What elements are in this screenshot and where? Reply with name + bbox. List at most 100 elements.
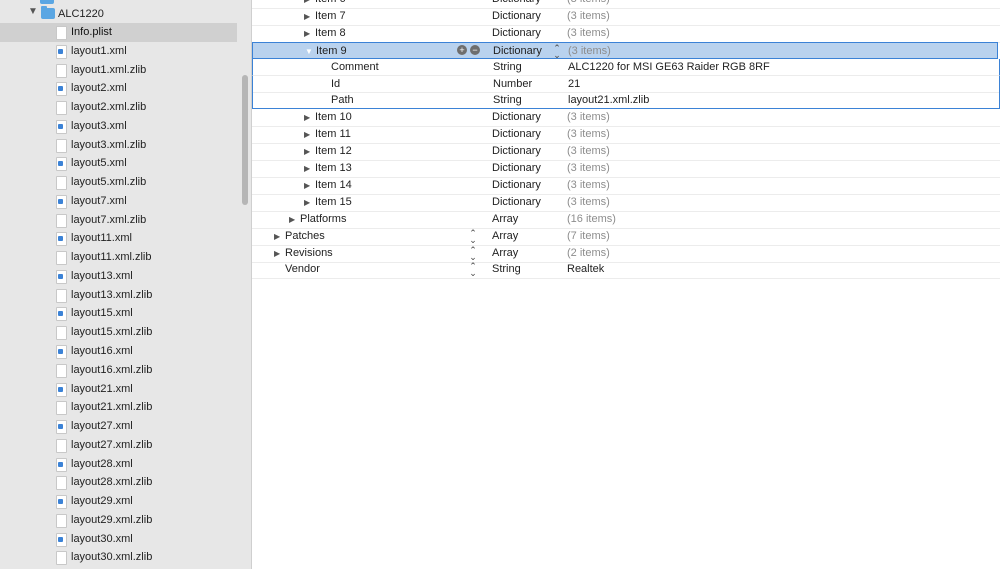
- plist-row[interactable]: Vendor ⌃ ⌄ String Realtek: [252, 261, 1000, 280]
- disclosure-triangle-icon[interactable]: ▶: [274, 249, 280, 258]
- file-list-item[interactable]: layout7.xml: [0, 192, 251, 211]
- plist-value[interactable]: (3 items): [567, 145, 610, 157]
- plist-row[interactable]: Id Number 21: [252, 75, 1000, 93]
- plist-value[interactable]: 21: [568, 78, 580, 90]
- plist-key[interactable]: Path: [331, 94, 354, 106]
- updown-stepper-icon[interactable]: ⌃ ⌄: [553, 43, 561, 59]
- file-list-item[interactable]: layout11.xml: [0, 229, 251, 248]
- plist-value[interactable]: (3 items): [567, 196, 610, 208]
- disclosure-triangle-icon[interactable]: ▶: [274, 232, 280, 241]
- file-list-item[interactable]: layout28.xml.zlib: [0, 473, 251, 492]
- disclosure-triangle-icon[interactable]: ▶: [304, 164, 310, 173]
- plist-value[interactable]: (3 items): [567, 111, 610, 123]
- plist-row[interactable]: ▶ Item 12 Dictionary (3 items): [252, 143, 1000, 162]
- minus-circle-icon[interactable]: −: [470, 44, 480, 55]
- plist-row[interactable]: ▼ Item 9 + − ⌃ ⌄ Dictionary (3 items): [252, 41, 998, 59]
- file-list-item[interactable]: layout7.xml.zlib: [0, 211, 251, 230]
- plist-type[interactable]: Dictionary: [493, 45, 542, 57]
- disclosure-triangle-icon[interactable]: ▶: [304, 130, 310, 139]
- file-list-item[interactable]: layout5.xml.zlib: [0, 173, 251, 192]
- sidebar-scrollbar[interactable]: [242, 75, 248, 205]
- plist-type[interactable]: Array: [492, 230, 518, 242]
- plist-value[interactable]: (7 items): [567, 230, 610, 242]
- plist-value[interactable]: ALC1220 for MSI GE63 Raider RGB 8RF: [568, 61, 770, 73]
- plist-type[interactable]: String: [493, 94, 522, 106]
- file-list-item[interactable]: layout2.xml.zlib: [0, 98, 251, 117]
- plist-key[interactable]: Platforms: [300, 213, 346, 225]
- plist-type[interactable]: Dictionary: [492, 196, 541, 208]
- plist-row[interactable]: ▶ Patches ⌃ ⌄ Array (7 items): [252, 228, 1000, 246]
- file-list-item[interactable]: layout29.xml.zlib: [0, 511, 251, 530]
- file-list-item[interactable]: layout16.xml.zlib: [0, 361, 251, 380]
- plist-key[interactable]: Item 8: [315, 27, 346, 39]
- plus-circle-icon[interactable]: +: [457, 44, 467, 55]
- disclosure-triangle-icon[interactable]: ▶: [304, 113, 310, 122]
- plist-row[interactable]: ▶ Revisions ⌃ ⌄ Array (2 items): [252, 245, 1000, 263]
- plist-type[interactable]: Dictionary: [492, 145, 541, 157]
- file-list-item[interactable]: layout16.xml: [0, 342, 251, 361]
- file-list-item[interactable]: layout15.xml.zlib: [0, 323, 251, 342]
- disclosure-triangle-icon[interactable]: ▼: [305, 47, 313, 56]
- file-list-item[interactable]: layout27.xml: [0, 417, 251, 436]
- file-list-item[interactable]: layout2.xml: [0, 79, 251, 98]
- plist-value[interactable]: (3 items): [567, 27, 610, 39]
- plist-key[interactable]: Id: [331, 78, 340, 90]
- plist-type[interactable]: String: [492, 263, 521, 275]
- plist-key[interactable]: Comment: [331, 61, 379, 73]
- plist-row[interactable]: ▶ Platforms Array (16 items): [252, 211, 1000, 229]
- plist-row[interactable]: ▶ Item 8 Dictionary (3 items): [252, 25, 1000, 43]
- file-list-item[interactable]: layout21.xml.zlib: [0, 398, 251, 417]
- file-list-item[interactable]: layout5.xml: [0, 154, 251, 173]
- updown-stepper-icon[interactable]: ⌃ ⌄: [469, 228, 477, 244]
- plist-type[interactable]: Dictionary: [492, 162, 541, 174]
- plist-value[interactable]: layout21.xml.zlib: [568, 94, 649, 106]
- plist-key[interactable]: Item 11: [315, 128, 351, 140]
- file-list-item[interactable]: layout1.xml: [0, 42, 251, 61]
- plist-type[interactable]: Array: [492, 213, 518, 225]
- file-list-item[interactable]: layout3.xml: [0, 117, 251, 136]
- plist-key[interactable]: Item 10: [315, 111, 352, 123]
- file-list-item[interactable]: layout3.xml.zlib: [0, 136, 251, 155]
- plist-type[interactable]: Dictionary: [492, 179, 541, 191]
- plist-value[interactable]: (3 items): [568, 45, 611, 57]
- plist-row[interactable]: ▶ Item 7 Dictionary (3 items): [252, 8, 1000, 26]
- plist-key[interactable]: Item 12: [315, 145, 352, 157]
- plist-key[interactable]: Patches: [285, 230, 325, 242]
- plist-type[interactable]: String: [493, 61, 522, 73]
- plist-value[interactable]: (3 items): [567, 10, 610, 22]
- plist-type[interactable]: Array: [492, 247, 518, 259]
- plist-type[interactable]: Dictionary: [492, 128, 541, 140]
- disclosure-triangle-icon[interactable]: ▶: [304, 147, 310, 156]
- plist-value[interactable]: (2 items): [567, 247, 610, 259]
- file-list-item[interactable]: Info.plist: [0, 23, 237, 42]
- file-list-item[interactable]: layout13.xml.zlib: [0, 286, 251, 305]
- file-list-item[interactable]: layout21.xml: [0, 380, 251, 399]
- file-list-item[interactable]: layout27.xml.zlib: [0, 436, 251, 455]
- plist-value[interactable]: (3 items): [567, 128, 610, 140]
- file-list-item[interactable]: layout30.xml: [0, 530, 251, 549]
- plist-row[interactable]: ▶ Item 10 Dictionary (3 items): [252, 109, 1000, 128]
- plist-value[interactable]: (3 items): [567, 179, 610, 191]
- disclosure-triangle-icon[interactable]: ▶: [304, 181, 310, 190]
- disclosure-triangle-icon[interactable]: ▶: [289, 215, 295, 224]
- plist-row[interactable]: Comment String ALC1220 for MSI GE63 Raider…: [252, 58, 1000, 76]
- disclosure-triangle-icon[interactable]: ▼: [28, 6, 38, 17]
- file-list-item[interactable]: layout30.xml.zlib: [0, 548, 251, 567]
- plist-row[interactable]: ▶ Item 13 Dictionary (3 items): [252, 160, 1000, 178]
- plist-key[interactable]: Item 13: [315, 162, 352, 174]
- plist-row[interactable]: Path String layout21.xml.zlib: [252, 92, 1000, 110]
- disclosure-triangle-icon[interactable]: ▶: [304, 12, 310, 21]
- plist-key[interactable]: Item 6: [315, 0, 346, 5]
- file-list-item[interactable]: layout11.xml.zlib: [0, 248, 251, 267]
- file-list-item[interactable]: layout15.xml: [0, 304, 251, 323]
- plist-key[interactable]: Revisions: [285, 247, 333, 259]
- plist-key[interactable]: Item 14: [315, 179, 352, 191]
- file-list-item[interactable]: layout28.xml: [0, 455, 251, 474]
- plist-row[interactable]: ▶ Item 14 Dictionary (3 items): [252, 177, 1000, 195]
- plist-key[interactable]: Item 7: [315, 10, 346, 22]
- plist-key[interactable]: Item 9: [316, 45, 347, 57]
- sidebar-folder-row[interactable]: ▼ ALC1220: [0, 5, 251, 23]
- updown-stepper-icon[interactable]: ⌃ ⌄: [469, 245, 477, 261]
- plist-value[interactable]: (16 items): [567, 213, 616, 225]
- plist-row[interactable]: ▶ Item 11 Dictionary (3 items): [252, 126, 1000, 145]
